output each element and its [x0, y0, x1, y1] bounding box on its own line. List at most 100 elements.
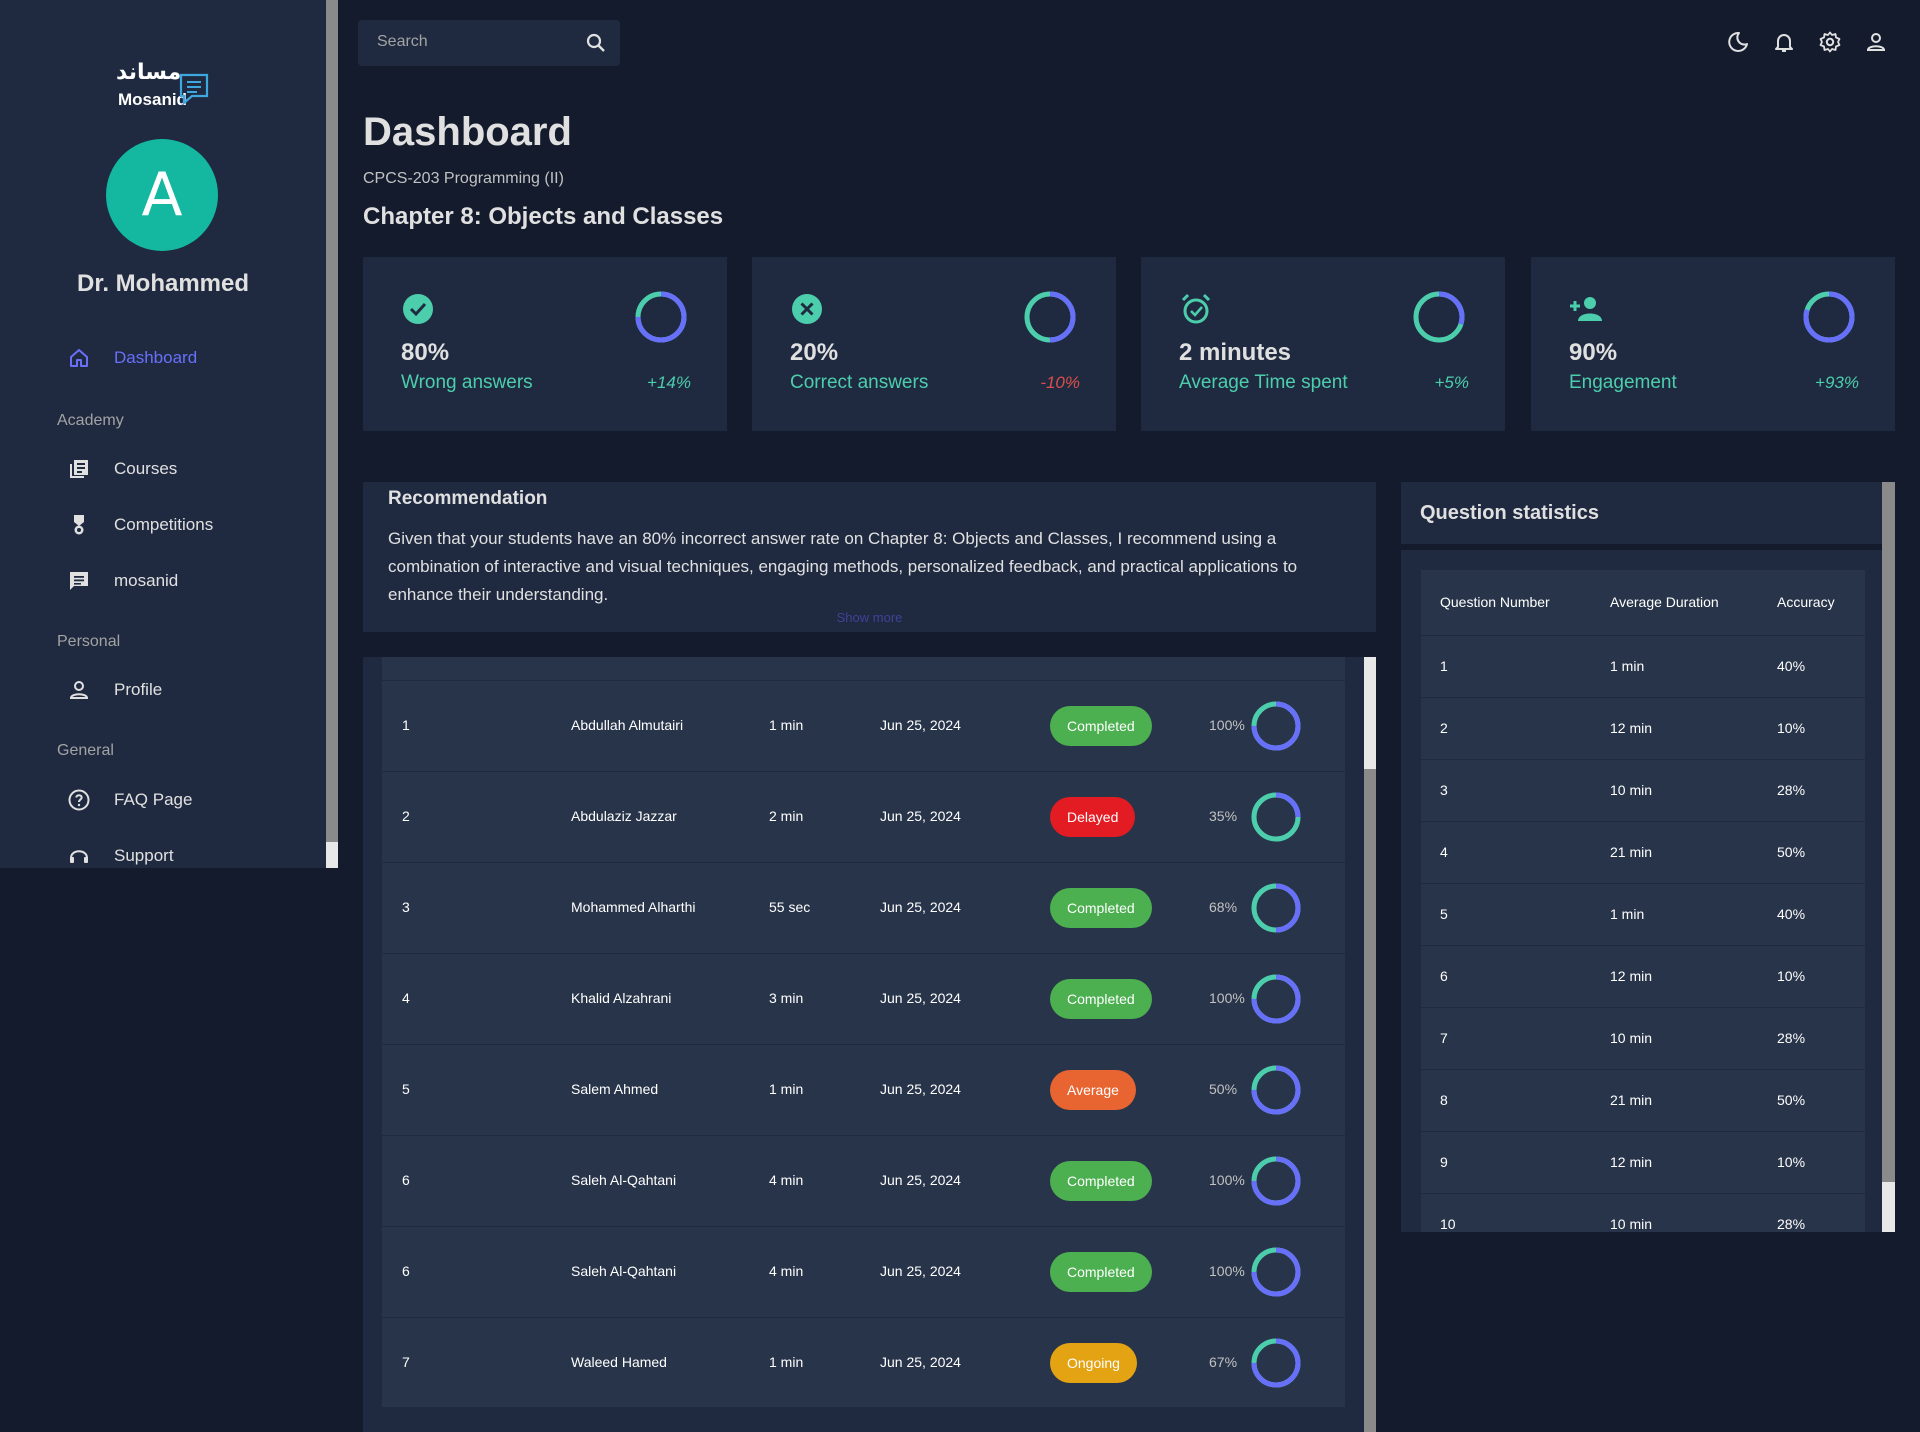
- date: Jun 25, 2024: [880, 1172, 961, 1188]
- status-badge: Average: [1050, 1070, 1136, 1110]
- row-number: 2: [402, 808, 410, 824]
- average-duration: 10 min: [1610, 1030, 1653, 1046]
- logo-text: Mosanid: [118, 90, 187, 109]
- row-number: 1: [402, 717, 410, 733]
- score-percent: 67%: [1209, 1354, 1238, 1370]
- table-row[interactable]: 8 21 min 50%: [1421, 1069, 1865, 1132]
- table-row[interactable]: 5 Salem Ahmed 1 min Jun 25, 2024 Average 50%: [382, 1044, 1345, 1136]
- date: Jun 25, 2024: [880, 899, 961, 915]
- table-row[interactable]: 6 Saleh Al-Qahtani 4 min Jun 25, 2024 Comple…: [382, 1135, 1345, 1227]
- recommendation-text: Given that your students have an 80% inc…: [388, 529, 1298, 604]
- account-icon[interactable]: [1864, 30, 1888, 54]
- student-name: Saleh Al-Qahtani: [571, 1263, 677, 1279]
- table-row[interactable]: 2 12 min 10%: [1421, 697, 1865, 760]
- search-input[interactable]: Search: [377, 33, 428, 51]
- progress-ring: [1024, 291, 1076, 343]
- row-number: 7: [402, 1354, 410, 1370]
- sidebar-item-mosanid[interactable]: mosanid: [64, 565, 178, 597]
- table-row[interactable]: 4 21 min 50%: [1421, 821, 1865, 884]
- stat-change: +93%: [1815, 373, 1859, 392]
- table-row[interactable]: 7 Waleed Hamed 1 min Jun 25, 2024 Ongoing 67%: [382, 1317, 1345, 1409]
- stat-card-wrong-answers: 80% Wrong answers +14%: [363, 257, 727, 431]
- question-number: 9: [1440, 1154, 1448, 1170]
- support-agent-icon: [64, 841, 94, 868]
- mosanid-logo[interactable]: مساند Mosanid: [116, 60, 216, 114]
- table-row[interactable]: 6 Saleh Al-Qahtani 4 min Jun 25, 2024 Comple…: [382, 1226, 1345, 1318]
- table-row[interactable]: 5 1 min 40%: [1421, 883, 1865, 946]
- duration: 3 min: [769, 990, 804, 1006]
- average-duration: 21 min: [1610, 844, 1653, 860]
- duration: 4 min: [769, 1172, 804, 1188]
- question-statistics-scrollbar-thumb[interactable]: [1882, 1182, 1895, 1232]
- duration: 2 min: [769, 808, 804, 824]
- search-icon[interactable]: [584, 31, 608, 55]
- progress-ring: [1251, 974, 1301, 1024]
- table-row[interactable]: 1 Abdullah Almutairi 1 min Jun 25, 2024 Comp…: [382, 680, 1345, 772]
- table-row[interactable]: 6 12 min 10%: [1421, 945, 1865, 1008]
- dark-mode-icon[interactable]: [1726, 30, 1750, 54]
- table-row[interactable]: 9 12 min 10%: [1421, 1131, 1865, 1194]
- row-number: 5: [402, 1081, 410, 1097]
- page-title: Dashboard: [363, 110, 572, 154]
- average-duration: 10 min: [1610, 782, 1653, 798]
- chat-icon: [64, 566, 94, 596]
- sidebar-item-profile[interactable]: Profile: [64, 674, 162, 706]
- sidebar-item-competitions[interactable]: Competitions: [64, 509, 213, 541]
- notifications-icon[interactable]: [1772, 30, 1796, 54]
- column-header-average-duration[interactable]: Average Duration: [1610, 594, 1719, 610]
- students-table-scrollbar[interactable]: [1364, 657, 1376, 1432]
- stat-label: Wrong answers: [401, 372, 533, 393]
- row-number: 6: [402, 1172, 410, 1188]
- status-badge: Delayed: [1050, 797, 1136, 837]
- avatar[interactable]: A: [106, 139, 218, 251]
- search-bar[interactable]: Search: [358, 20, 620, 66]
- status-badge: Ongoing: [1050, 1343, 1137, 1383]
- table-row[interactable]: 3 Mohammed Alharthi 55 sec Jun 25, 2024 Comp…: [382, 862, 1345, 954]
- progress-ring: [1251, 1065, 1301, 1115]
- sidebar-item-support[interactable]: Support: [64, 840, 174, 868]
- date: Jun 25, 2024: [880, 808, 961, 824]
- average-duration: 1 min: [1610, 906, 1645, 922]
- check-circle-icon: [403, 294, 433, 324]
- table-row[interactable]: 7 10 min 28%: [1421, 1007, 1865, 1070]
- table-row[interactable]: 1 1 min 40%: [1421, 635, 1865, 698]
- sidebar-scrollbar[interactable]: [326, 0, 338, 868]
- column-header-question-number[interactable]: Question Number: [1440, 594, 1550, 610]
- question-number: 1: [1440, 658, 1448, 674]
- stat-card-average-time: 2 minutes Average Time spent +5%: [1141, 257, 1505, 431]
- sidebar-item-faq[interactable]: FAQ Page: [64, 784, 192, 816]
- score-percent: 100%: [1209, 990, 1245, 1006]
- date: Jun 25, 2024: [880, 717, 961, 733]
- question-number: 7: [1440, 1030, 1448, 1046]
- settings-gear-icon[interactable]: [1818, 30, 1842, 54]
- students-table-scrollbar-thumb[interactable]: [1364, 657, 1376, 769]
- question-statistics-title: Question statistics: [1420, 502, 1599, 524]
- logo-arabic-text: مساند: [116, 60, 182, 85]
- average-duration: 12 min: [1610, 720, 1653, 736]
- duration: 1 min: [769, 717, 804, 733]
- accuracy: 50%: [1777, 1092, 1806, 1108]
- average-duration: 21 min: [1610, 1092, 1653, 1108]
- stat-value: 2 minutes: [1179, 339, 1292, 366]
- sidebar-item-label: Support: [114, 846, 174, 865]
- sidebar-item-courses[interactable]: Courses: [64, 453, 177, 485]
- sidebar-item-dashboard[interactable]: Dashboard: [64, 342, 197, 374]
- average-duration: 12 min: [1610, 1154, 1653, 1170]
- student-name: Abdullah Almutairi: [571, 717, 684, 733]
- question-statistics-scrollbar[interactable]: [1882, 482, 1895, 1232]
- sidebar-scrollbar-thumb[interactable]: [326, 842, 338, 868]
- trophy-icon: [64, 510, 94, 540]
- column-header-accuracy[interactable]: Accuracy: [1777, 594, 1835, 610]
- sidebar-item-label: Profile: [114, 680, 163, 699]
- stat-value: 20%: [790, 339, 839, 366]
- show-more-link[interactable]: Show more: [363, 610, 1376, 625]
- table-row[interactable]: 4 Khalid Alzahrani 3 min Jun 25, 2024 Comple…: [382, 953, 1345, 1045]
- question-number: 8: [1440, 1092, 1448, 1108]
- table-row[interactable]: 10 10 min 28%: [1421, 1193, 1865, 1232]
- course-name: CPCS-203 Programming (II): [363, 170, 564, 187]
- status-badge: Completed: [1050, 706, 1152, 746]
- library-books-icon: [64, 454, 94, 484]
- table-row[interactable]: 2 Abdulaziz Jazzar 2 min Jun 25, 2024 Delaye…: [382, 771, 1345, 863]
- progress-ring: [1251, 1338, 1301, 1388]
- table-row[interactable]: 3 10 min 28%: [1421, 759, 1865, 822]
